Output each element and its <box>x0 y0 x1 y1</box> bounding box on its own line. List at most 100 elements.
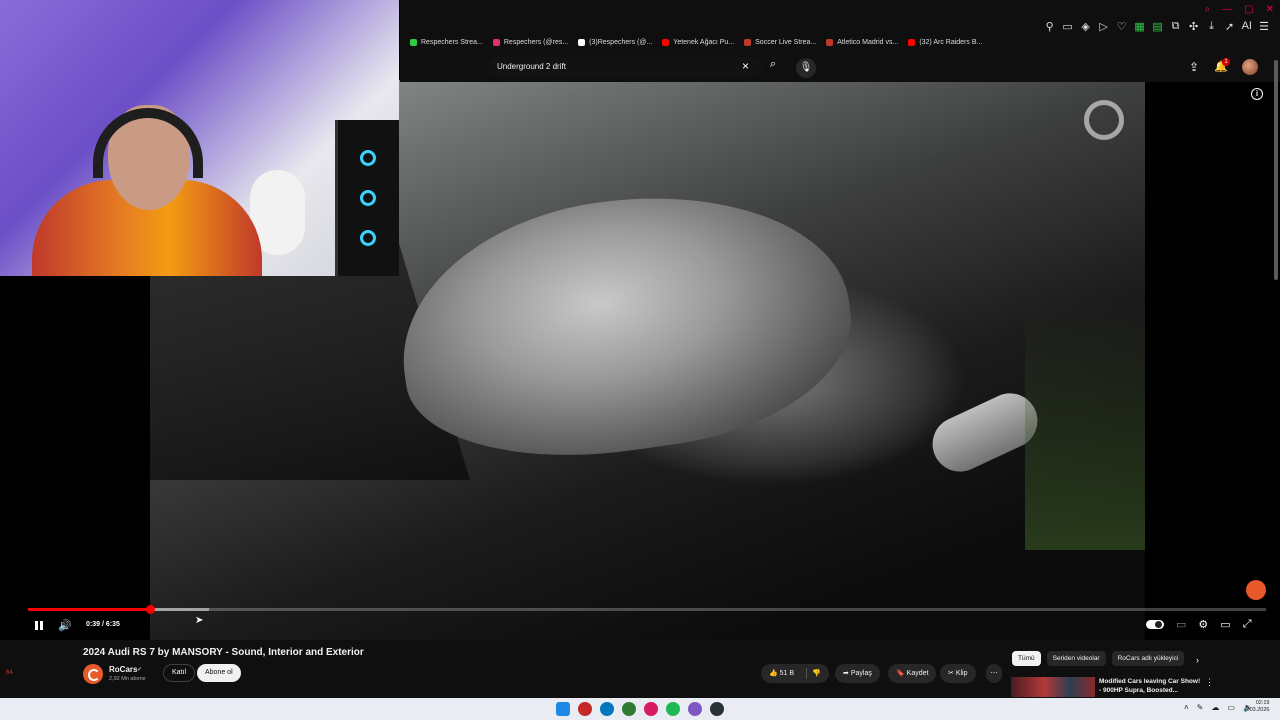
channel-watermark-icon[interactable] <box>1084 100 1124 140</box>
scissors-icon: ✂ <box>948 670 954 677</box>
chevron-up-icon[interactable]: ˄ <box>1184 703 1189 712</box>
puzzle-icon[interactable]: ✣ <box>1188 20 1200 33</box>
left-edge-indicator: 64 <box>6 670 13 676</box>
ai-icon[interactable]: AI <box>1242 20 1252 33</box>
extension-toolbar: ⚲ ▭ ◈ ▷ ♡ ▦ ▤ ⧉ ✣ ⤓ ➚ AI ☰ <box>1044 20 1270 33</box>
spreadsheet-icon[interactable]: ▤ <box>1152 20 1164 33</box>
bookmark-favicon-icon <box>744 39 752 46</box>
search-icon[interactable]: ⌕ <box>764 58 782 76</box>
channel-avatar[interactable] <box>83 664 103 684</box>
bookmark-item[interactable]: Respechers (@res... <box>492 39 569 46</box>
pause-icon <box>40 621 43 630</box>
channel-logo-icon[interactable] <box>1246 580 1266 600</box>
recommendation-thumbnail[interactable] <box>1011 677 1095 697</box>
subtitles-icon[interactable]: ▭ <box>1176 618 1186 631</box>
notification-badge: 1 <box>1222 58 1230 66</box>
dislike-button[interactable]: 👎 <box>812 664 821 683</box>
app-steam-icon[interactable] <box>710 702 724 716</box>
bookmark-item[interactable]: Respechers Strea... <box>410 39 483 46</box>
window-maximize-icon[interactable]: ▢ <box>1244 4 1253 15</box>
scrollbar[interactable] <box>1274 60 1278 280</box>
share-icon[interactable]: ➚ <box>1224 20 1236 33</box>
bookmark-item[interactable]: (3)Respechers (@... <box>578 39 652 46</box>
search-input[interactable]: Underground 2 drift <box>488 57 762 77</box>
download-icon[interactable]: ⤓ <box>1206 20 1218 33</box>
pc-fan-icon <box>360 230 376 246</box>
bookmark-favicon-icon <box>662 39 670 46</box>
bookmark-icon: 🔖 <box>896 670 905 677</box>
verified-icon: ✔ <box>137 667 143 673</box>
autoplay-toggle[interactable] <box>1146 620 1164 629</box>
app-chrome-icon[interactable] <box>622 702 636 716</box>
windows-start-icon[interactable] <box>556 702 570 716</box>
filter-chip[interactable]: Seriden videolar <box>1046 651 1106 666</box>
search-clear-icon[interactable]: × <box>742 59 749 73</box>
recommendation-title[interactable]: Modified Cars leaving Car Show! - 900HP … <box>1099 677 1203 695</box>
pen-icon[interactable]: ✎ <box>1197 703 1204 712</box>
grid-icon[interactable]: ▦ <box>1134 20 1146 33</box>
window-close-icon[interactable]: ✕ <box>1266 4 1274 15</box>
bookmark-favicon-icon <box>908 39 916 46</box>
bookmarks-bar: Respechers Strea... Respechers (@res... (3… <box>410 39 982 46</box>
upload-icon[interactable]: ⇪ <box>1189 60 1199 74</box>
pause-button[interactable] <box>32 619 46 633</box>
time-display: 0:39 / 6:35 <box>86 621 120 628</box>
volume-icon[interactable]: 🔊 <box>58 619 72 632</box>
cloud-icon[interactable]: ☁ <box>1211 703 1219 712</box>
share-button[interactable]: ➦ Paylaş <box>835 664 880 683</box>
filter-chip[interactable]: RoCars adlı yükleyici <box>1111 651 1185 666</box>
more-actions-button[interactable]: ⋯ <box>986 664 1002 683</box>
theater-mode-icon[interactable]: ▭ <box>1220 618 1230 631</box>
settings-gear-icon[interactable]: ⚙ <box>1198 618 1208 631</box>
pause-icon <box>35 621 38 630</box>
clip-label: Klip <box>955 670 968 677</box>
app-opera-icon[interactable] <box>644 702 658 716</box>
system-tray: ˄ ✎ ☁ ▭ 🔉 <box>1184 703 1253 712</box>
join-button[interactable]: Katıl <box>163 664 196 682</box>
heart-icon[interactable]: ♡ <box>1116 20 1128 33</box>
filter-chip[interactable]: Tümü <box>1012 651 1041 666</box>
bookmark-favicon-icon <box>492 39 500 46</box>
bookmark-item[interactable]: (32) Arc Raiders B... <box>908 39 982 46</box>
save-button[interactable]: 🔖 Kaydet <box>888 664 937 683</box>
play-icon[interactable]: ▷ <box>1098 20 1110 33</box>
network-icon[interactable]: ▭ <box>1227 703 1235 712</box>
clock[interactable]: 02:19 6.03.2026 <box>1245 700 1269 714</box>
bookmark-label: Respechers Strea... <box>421 39 483 46</box>
bookmark-label: Respechers (@res... <box>503 39 569 46</box>
recommendation-menu-icon[interactable]: ⋮ <box>1205 677 1214 688</box>
window-search-icon[interactable]: ⌕ <box>1205 4 1211 15</box>
app-messenger-icon[interactable] <box>688 702 702 716</box>
video-title: 2024 Audi RS 7 by MANSORY - Sound, Inter… <box>83 647 364 658</box>
subscribe-button[interactable]: Abone ol <box>197 664 241 682</box>
menu-icon[interactable]: ☰ <box>1258 20 1270 33</box>
window-controls: ⌕ — ▢ ✕ <box>1205 4 1274 15</box>
pin-icon[interactable]: ⚲ <box>1044 20 1056 33</box>
video-car-mirror <box>384 169 866 481</box>
app-chrome-red-icon[interactable] <box>578 702 592 716</box>
share-label: Paylaş <box>850 670 872 677</box>
bookmark-favicon-icon <box>826 39 834 46</box>
pc-fan-icon <box>360 190 376 206</box>
bookmark-item[interactable]: Yetenek Ağacı Pu... <box>662 39 734 46</box>
bookmark-label: (32) Arc Raiders B... <box>919 39 983 46</box>
chevron-right-icon[interactable]: › <box>1196 655 1199 665</box>
bookmark-item[interactable]: Soccer Live Strea... <box>744 39 816 46</box>
clock-date: 6.03.2026 <box>1245 707 1270 713</box>
app-spotify-icon[interactable] <box>666 702 680 716</box>
like-button[interactable]: 👍 51 B <box>761 664 805 683</box>
avatar[interactable] <box>1242 59 1258 75</box>
window-minimize-icon[interactable]: — <box>1222 4 1232 15</box>
shield-icon[interactable]: ◈ <box>1080 20 1092 33</box>
progress-bar[interactable] <box>28 605 1266 614</box>
tab-icon[interactable]: ▭ <box>1062 20 1074 33</box>
fullscreen-icon[interactable]: ⤢ <box>1243 618 1252 631</box>
clip-button[interactable]: ✂ Klip <box>940 664 976 683</box>
info-icon[interactable]: i <box>1251 88 1263 100</box>
bookmark-item[interactable]: Atletico Madrid vs... <box>826 39 898 46</box>
mouse-cursor-icon: ➤ <box>195 615 204 626</box>
translate-icon[interactable]: ⧉ <box>1170 20 1182 33</box>
app-edge-icon[interactable] <box>600 702 614 716</box>
microphone-icon[interactable]: 🎙 <box>796 58 816 78</box>
channel-name[interactable]: RoCars <box>109 665 137 674</box>
